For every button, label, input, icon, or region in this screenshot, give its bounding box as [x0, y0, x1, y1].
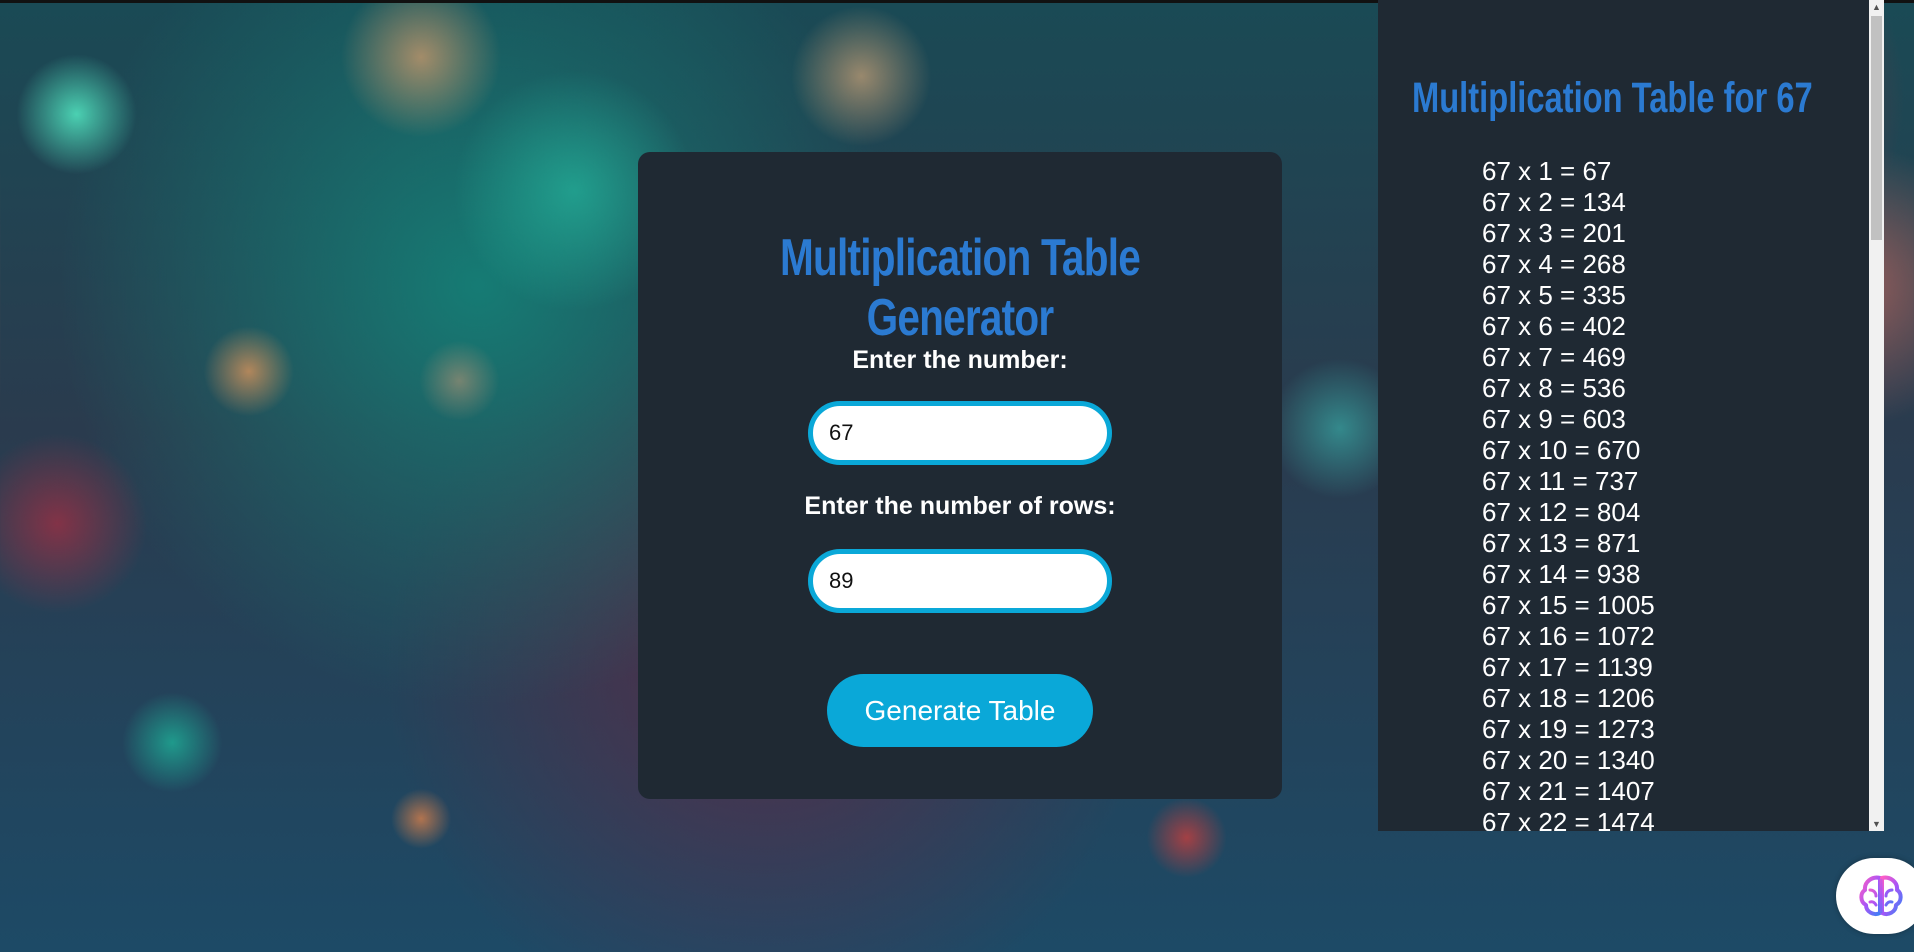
table-row: 67 x 19 = 1273 — [1482, 714, 1655, 744]
result-title: Multiplication Table for 67 — [1412, 74, 1813, 122]
table-row: 67 x 6 = 402 — [1482, 311, 1626, 341]
rows-label: Enter the number of rows: — [804, 492, 1116, 520]
brain-icon — [1859, 875, 1903, 916]
result-panel: Multiplication Table for 67 67 x 1 = 67 6… — [1378, 0, 1884, 831]
table-row: 67 x 10 = 670 — [1482, 435, 1641, 465]
number-input[interactable] — [808, 401, 1112, 465]
table-row: 67 x 21 = 1407 — [1482, 776, 1655, 806]
table-row: 67 x 3 = 201 — [1482, 218, 1626, 248]
number-label: Enter the number: — [852, 346, 1068, 374]
table-row: 67 x 14 = 938 — [1482, 559, 1641, 589]
table-row: 67 x 1 = 67 — [1482, 156, 1612, 186]
scroll-up-arrow-icon[interactable]: ▲ — [1869, 0, 1884, 14]
table-row: 67 x 18 = 1206 — [1482, 683, 1655, 713]
table-row: 67 x 16 = 1072 — [1482, 621, 1655, 651]
table-row: 67 x 2 = 134 — [1482, 187, 1626, 217]
table-row: 67 x 22 = 1474 — [1482, 807, 1655, 831]
table-row: 67 x 7 = 469 — [1482, 342, 1626, 372]
table-row: 67 x 20 = 1340 — [1482, 745, 1655, 775]
rows-input[interactable] — [808, 549, 1112, 613]
result-scrollbar[interactable]: ▲ ▼ — [1869, 0, 1884, 831]
table-row: 67 x 9 = 603 — [1482, 404, 1626, 434]
generate-table-button[interactable]: Generate Table — [827, 674, 1093, 747]
table-row: 67 x 15 = 1005 — [1482, 590, 1655, 620]
scroll-thumb[interactable] — [1871, 16, 1882, 240]
table-row: 67 x 8 = 536 — [1482, 373, 1626, 403]
generator-title: Multiplication Table Generator — [780, 229, 1141, 347]
scroll-down-arrow-icon[interactable]: ▼ — [1869, 817, 1884, 831]
extension-button[interactable] — [1836, 858, 1914, 934]
result-list: 67 x 1 = 67 67 x 2 = 134 67 x 3 = 201 67 x … — [1482, 156, 1655, 831]
table-row: 67 x 12 = 804 — [1482, 497, 1641, 527]
table-row: 67 x 17 = 1139 — [1482, 652, 1653, 682]
table-row: 67 x 11 = 737 — [1482, 466, 1639, 496]
table-row: 67 x 5 = 335 — [1482, 280, 1626, 310]
table-row: 67 x 13 = 871 — [1482, 528, 1641, 558]
table-row: 67 x 4 = 268 — [1482, 249, 1626, 279]
